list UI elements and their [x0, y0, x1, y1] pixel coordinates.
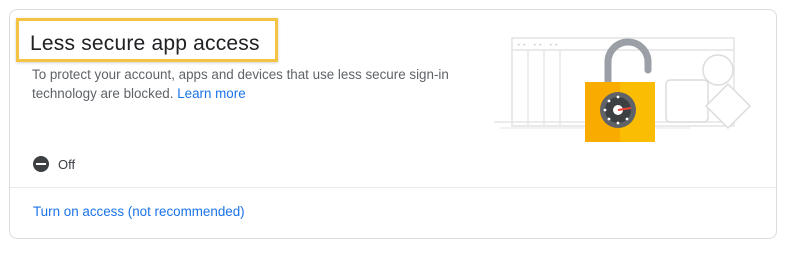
security-illustration: • • • • • •	[494, 37, 752, 142]
minus-circle-icon	[33, 156, 49, 172]
card-description: To protect your account, apps and device…	[32, 65, 472, 103]
svg-text:• •: • •	[533, 42, 542, 49]
svg-text:• •: • •	[517, 42, 526, 49]
status-label: Off	[58, 156, 76, 172]
turn-on-access-link[interactable]: Turn on access (not recommended)	[33, 204, 245, 219]
card-title: Less secure app access	[30, 32, 260, 55]
learn-more-link[interactable]: Learn more	[177, 86, 245, 101]
divider	[10, 187, 776, 188]
less-secure-app-access-card: Less secure app access To protect your a…	[9, 9, 777, 239]
svg-text:• •: • •	[549, 42, 558, 49]
access-status: Off	[33, 155, 75, 173]
